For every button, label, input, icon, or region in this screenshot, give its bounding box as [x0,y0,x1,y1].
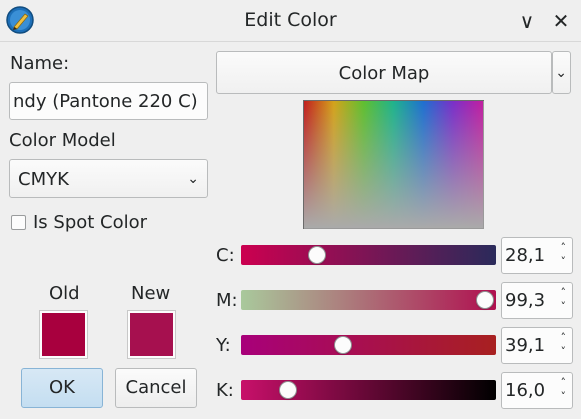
k-slider-handle[interactable] [279,381,297,399]
ok-button[interactable]: OK [21,368,103,408]
color-model-label: Color Model [9,130,116,151]
spin-arrows-icon[interactable]: ˄ ˅ [561,241,567,269]
c-value: 28,1 [505,245,546,266]
spin-arrows-icon[interactable]: ˄ ˅ [561,331,567,359]
color-map-border [303,100,484,229]
color-model-value: CMYK [18,169,69,190]
new-swatch-label: New [131,283,171,304]
c-slider-handle[interactable] [308,246,326,264]
name-input[interactable]: ndy (Pantone 220 C) [9,82,208,120]
old-swatch-label: Old [49,283,80,304]
k-slider-label: K: [216,380,234,401]
y-slider-handle[interactable] [334,336,352,354]
c-slider-track[interactable] [241,245,496,265]
cancel-button[interactable]: Cancel [115,368,197,408]
k-value: 16,0 [505,380,546,401]
name-input-value: ndy (Pantone 220 C) [13,91,198,112]
m-slider-track[interactable] [241,290,496,310]
y-slider-track[interactable] [241,335,496,355]
chevron-down-icon: ⌄ [555,64,567,81]
m-spinbox[interactable]: 99,3 ˄ ˅ [501,282,573,319]
m-slider-label: M: [216,290,238,311]
chevron-down-icon[interactable]: ∨ [514,8,540,34]
title-bar: Edit Color ∨ ✕ [0,0,581,42]
window-title: Edit Color [244,9,337,31]
y-spinbox[interactable]: 39,1 ˄ ˅ [501,327,573,364]
m-value: 99,3 [505,290,546,311]
y-value: 39,1 [505,335,546,356]
c-slider-label: C: [216,245,235,266]
k-spinbox[interactable]: 16,0 ˄ ˅ [501,372,573,409]
old-color-fill [42,313,85,356]
new-color-fill [130,313,173,356]
view-mode-label: Color Map [338,63,430,84]
c-spinbox[interactable]: 28,1 ˄ ˅ [501,237,573,274]
new-color-swatch [127,310,176,359]
spin-arrows-icon[interactable]: ˄ ˅ [561,376,567,404]
close-icon[interactable]: ✕ [548,8,574,34]
name-label: Name: [10,53,70,74]
spot-color-checkbox[interactable] [11,215,26,230]
title-separator [0,41,581,42]
y-slider-label: Y: [216,335,231,356]
old-color-swatch [39,310,88,359]
spot-color-label: Is Spot Color [33,212,148,233]
view-mode-dropdown[interactable]: ⌄ [552,51,571,94]
chevron-down-icon: ⌄ [187,170,199,187]
m-slider-handle[interactable] [476,291,494,309]
spin-arrows-icon[interactable]: ˄ ˅ [561,286,567,314]
view-mode-button[interactable]: Color Map [216,51,552,94]
color-model-select[interactable]: CMYK ⌄ [9,159,208,198]
